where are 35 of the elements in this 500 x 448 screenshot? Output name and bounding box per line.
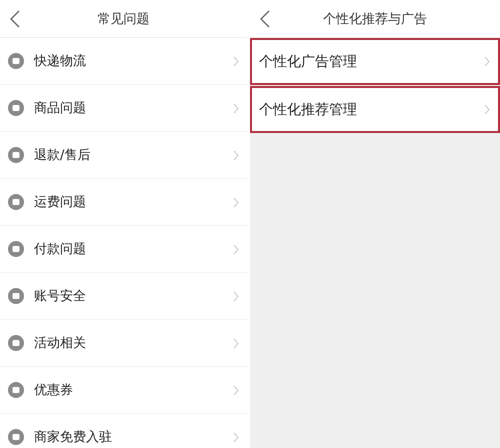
chevron-icon: [233, 290, 239, 302]
category-icon: [8, 147, 24, 163]
back-icon[interactable]: [260, 10, 270, 28]
list-item[interactable]: 活动相关: [0, 320, 247, 366]
chevron-icon: [484, 56, 490, 67]
list-item[interactable]: 优惠券: [0, 367, 247, 413]
list-item[interactable]: 账号安全: [0, 273, 247, 319]
list-item[interactable]: 商品问题: [0, 85, 247, 131]
category-icon: [8, 288, 24, 304]
list-item[interactable]: 运费问题: [0, 179, 247, 225]
category-icon: [8, 53, 24, 69]
list-item[interactable]: 个性化推荐管理: [250, 86, 500, 133]
category-icon: [8, 335, 24, 351]
chevron-icon: [233, 384, 239, 396]
chevron-icon: [233, 432, 239, 442]
category-icon: [8, 100, 24, 116]
category-icon: [8, 382, 24, 398]
chevron-icon: [233, 150, 239, 160]
chevron-icon: [233, 244, 239, 254]
chevron-icon: [233, 196, 239, 208]
chevron-icon: [233, 56, 239, 66]
chevron-icon: [233, 102, 239, 114]
list-item[interactable]: 付款问题: [0, 226, 247, 272]
screen-title: 个性化推荐与广告: [323, 10, 427, 28]
list-item[interactable]: 退款/售后: [0, 132, 247, 178]
screen-title: 常见问题: [98, 10, 150, 28]
chevron-icon: [484, 104, 490, 115]
list-item[interactable]: 快递物流: [0, 38, 247, 84]
category-icon: [8, 194, 24, 210]
list-item[interactable]: 商家免费入驻: [0, 414, 247, 448]
category-icon: [8, 429, 24, 445]
list-item[interactable]: 个性化广告管理: [250, 38, 500, 85]
back-icon[interactable]: [10, 10, 20, 28]
category-icon: [8, 241, 24, 257]
chevron-icon: [233, 338, 239, 348]
